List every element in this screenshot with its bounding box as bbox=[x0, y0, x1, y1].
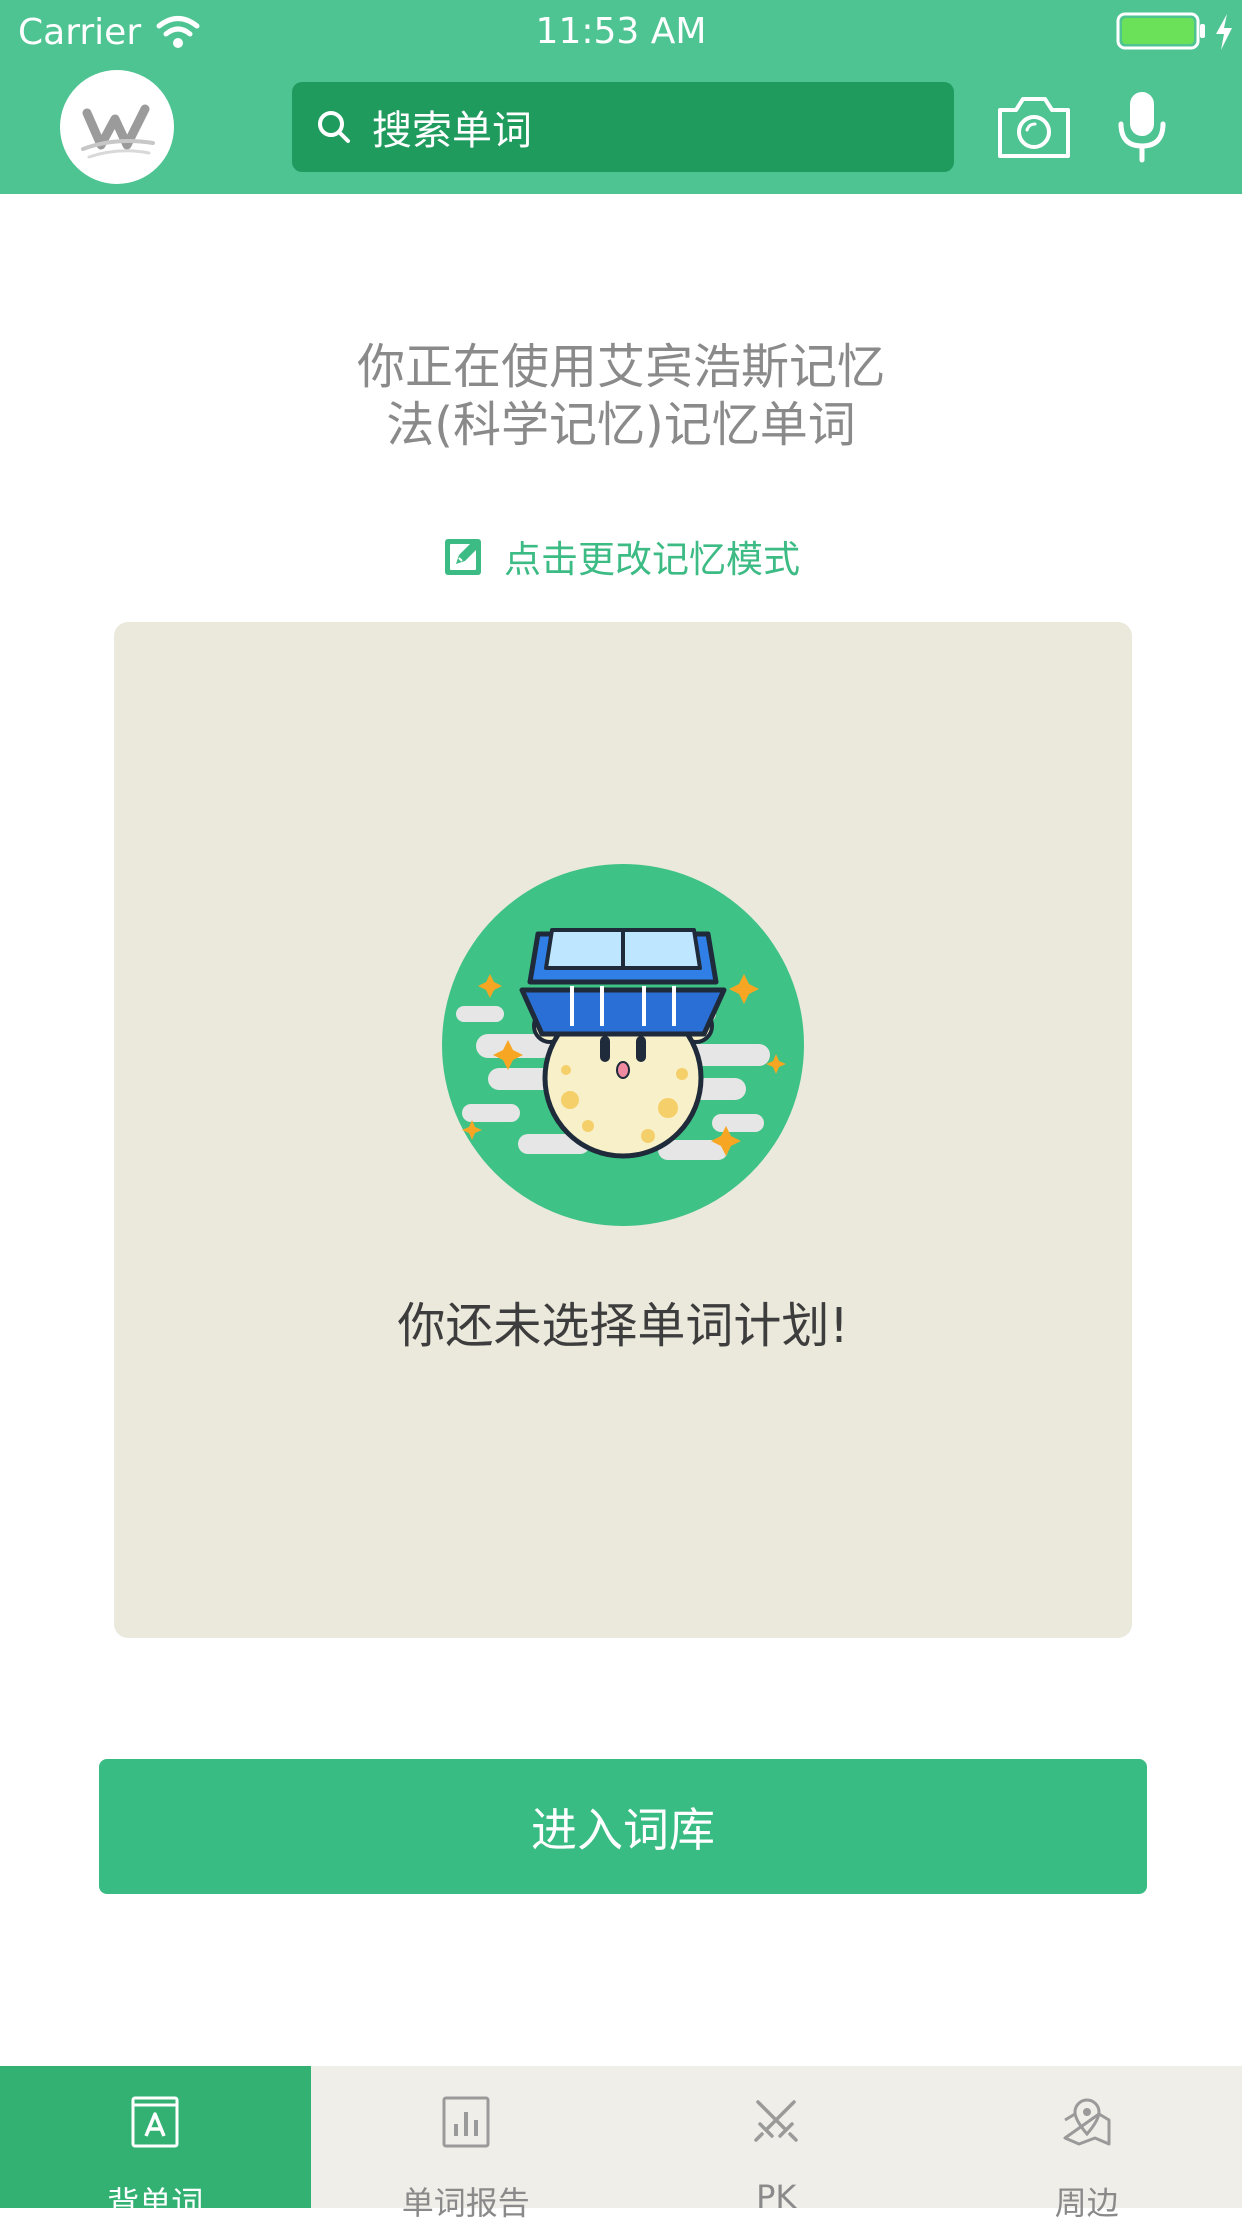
tab-label: 周边 bbox=[932, 2178, 1242, 2224]
no-plan-message: 你还未选择单词计划! bbox=[114, 1286, 1132, 1356]
camera-icon[interactable] bbox=[996, 94, 1072, 160]
search-placeholder: 搜索单词 bbox=[372, 98, 532, 156]
edit-icon bbox=[442, 534, 486, 578]
tab-memorize-words[interactable]: 背单词 bbox=[0, 2066, 311, 2208]
logo-w-icon bbox=[69, 79, 165, 175]
change-mode-label: 点击更改记忆模式 bbox=[504, 529, 800, 583]
battery-icon bbox=[1116, 12, 1208, 50]
tab-pk[interactable]: PK bbox=[621, 2066, 932, 2208]
bottom-tab-bar: 背单词 单词报告 PK 周边 bbox=[0, 2066, 1242, 2208]
intro-line-2: 法(科学记忆)记忆单词 bbox=[0, 396, 1242, 454]
app-logo[interactable] bbox=[60, 70, 174, 184]
crossed-swords-icon bbox=[750, 2094, 802, 2150]
search-icon bbox=[314, 107, 354, 147]
microphone-icon[interactable] bbox=[1116, 90, 1168, 164]
tab-label: PK bbox=[621, 2178, 932, 2216]
moon-mascot-illustration bbox=[442, 864, 804, 1226]
change-memory-mode-link[interactable]: 点击更改记忆模式 bbox=[0, 532, 1242, 580]
charging-bolt-icon bbox=[1212, 12, 1236, 52]
map-pin-icon bbox=[1061, 2094, 1113, 2150]
tab-word-report[interactable]: 单词报告 bbox=[311, 2066, 622, 2208]
intro-line-1: 你正在使用艾宾浩斯记忆 bbox=[0, 338, 1242, 396]
book-icon bbox=[129, 2094, 181, 2150]
top-header: Carrier 11:53 AM 搜索单词 bbox=[0, 0, 1242, 194]
status-time: 11:53 AM bbox=[0, 6, 1242, 58]
bar-chart-icon bbox=[440, 2094, 492, 2150]
tab-label: 单词报告 bbox=[311, 2178, 622, 2224]
memory-method-description: 你正在使用艾宾浩斯记忆 法(科学记忆)记忆单词 bbox=[0, 338, 1242, 454]
tab-nearby[interactable]: 周边 bbox=[932, 2066, 1242, 2208]
tab-label: 背单词 bbox=[0, 2178, 311, 2224]
enter-word-library-button[interactable]: 进入词库 bbox=[99, 1759, 1147, 1894]
word-plan-card: 你还未选择单词计划! bbox=[114, 622, 1132, 1638]
search-field[interactable]: 搜索单词 bbox=[292, 82, 954, 172]
